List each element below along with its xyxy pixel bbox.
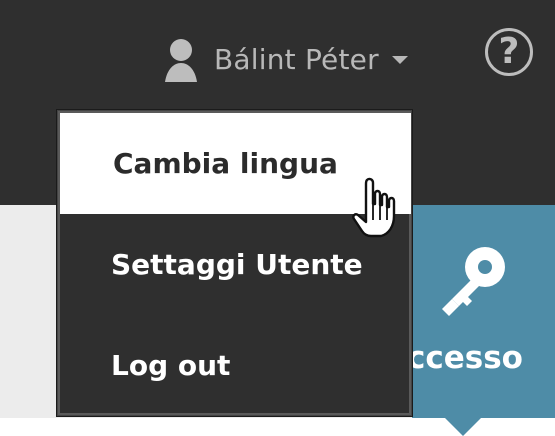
chevron-down-icon [391, 56, 408, 64]
access-tile[interactable]: ccesso [412, 205, 555, 418]
key-icon [442, 247, 505, 316]
user-name: Bálint Péter [214, 43, 379, 76]
menu-item-logout[interactable]: Log out [58, 315, 413, 416]
help-label: ? [498, 31, 520, 72]
user-avatar-icon [160, 35, 202, 85]
help-button[interactable]: ? [485, 28, 533, 76]
menu-item-change-language[interactable]: Cambia lingua [60, 113, 411, 214]
menu-item-user-settings[interactable]: Settaggi Utente [58, 214, 413, 315]
user-menu-toggle[interactable]: Bálint Péter [160, 30, 409, 90]
user-dropdown-menu: Cambia lingua Settaggi Utente Log out [57, 110, 412, 416]
tile-pointer [445, 418, 481, 436]
access-tile-label: ccesso [412, 343, 523, 374]
